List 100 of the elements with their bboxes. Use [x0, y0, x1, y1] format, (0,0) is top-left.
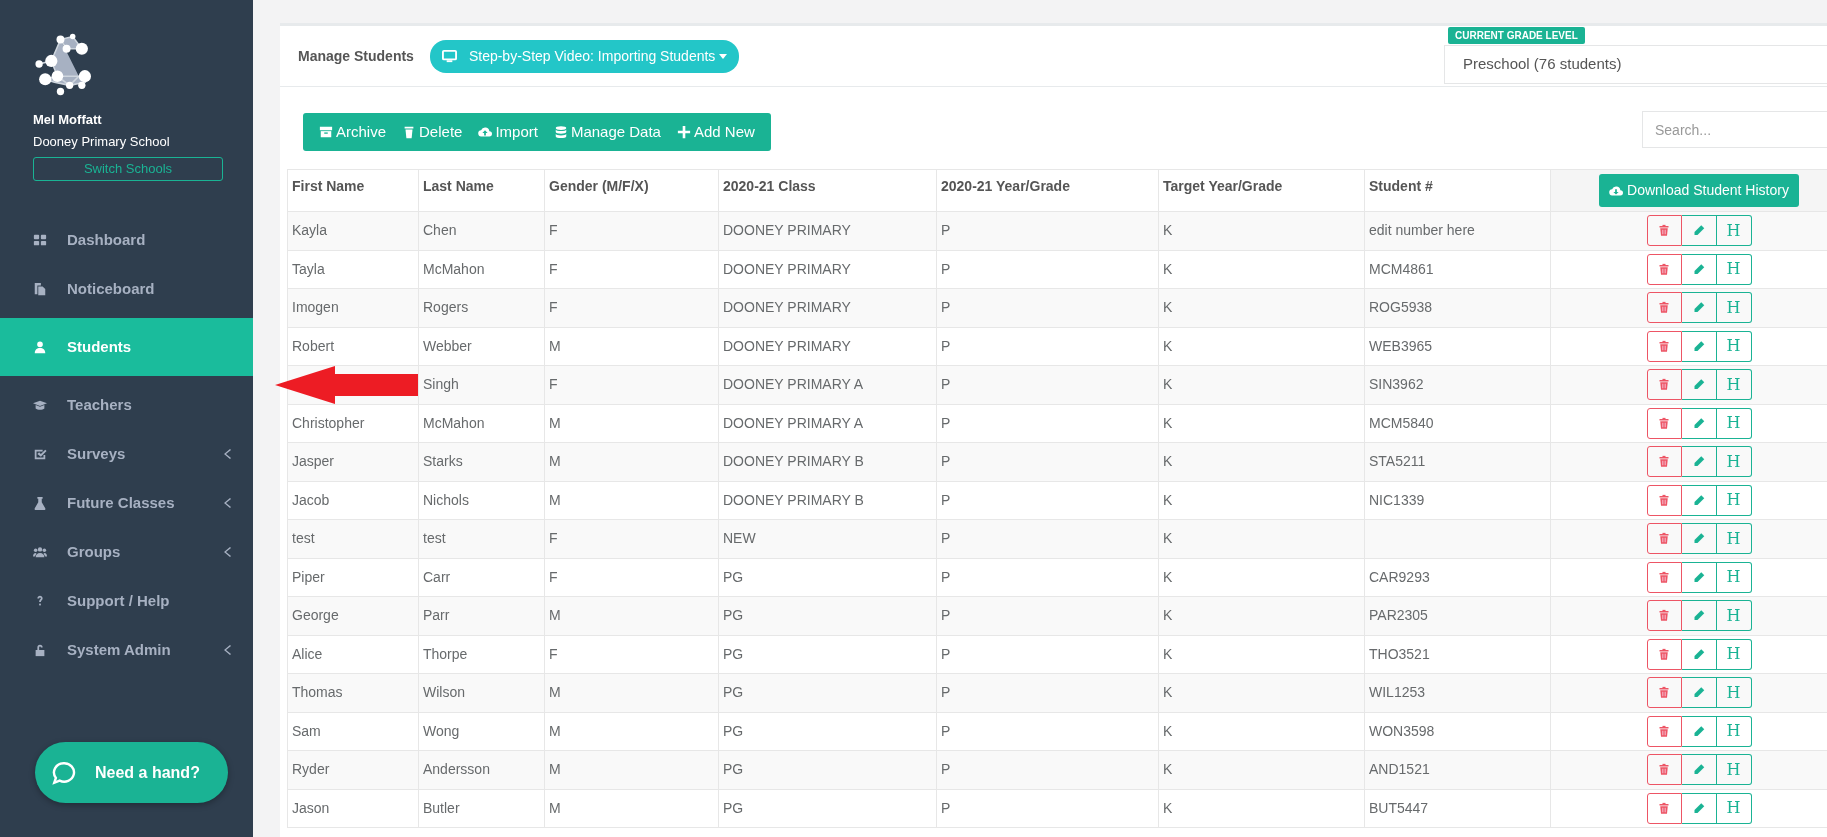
delete-button[interactable]	[1646, 600, 1682, 631]
column-header: First Name	[287, 169, 419, 212]
delete-button[interactable]	[1646, 792, 1682, 824]
trash-icon	[1658, 224, 1670, 237]
edit-button[interactable]	[1681, 523, 1717, 554]
history-button[interactable]: H	[1716, 561, 1752, 593]
table-cell: Chen	[418, 211, 545, 250]
table-cell: DOONEY PRIMARY B	[718, 481, 937, 520]
delete-button[interactable]	[1646, 369, 1682, 400]
table-cell: K	[1158, 635, 1365, 674]
sidebar-item[interactable]: Students	[0, 318, 253, 376]
delete-button[interactable]	[1646, 561, 1682, 593]
archive-box-icon	[319, 125, 333, 139]
trash-icon	[1658, 532, 1670, 545]
table-cell: K	[1158, 481, 1365, 520]
column-header: Student #	[1364, 169, 1551, 212]
table-cell: K	[1158, 288, 1365, 327]
table-cell: P	[936, 596, 1159, 635]
table-cell: P	[936, 288, 1159, 327]
delete-button[interactable]	[1646, 215, 1682, 246]
sidebar-item[interactable]: Teachers	[0, 385, 253, 425]
table-cell: Robert	[287, 327, 419, 366]
history-button[interactable]: H	[1716, 292, 1752, 323]
delete-button[interactable]	[1646, 330, 1682, 362]
edit-button[interactable]	[1681, 484, 1717, 516]
history-button[interactable]: H	[1716, 484, 1752, 516]
history-button[interactable]: H	[1716, 253, 1752, 285]
edit-button[interactable]	[1681, 407, 1717, 439]
download-history-button[interactable]: Download Student History	[1599, 174, 1799, 207]
sidebar-item[interactable]: Groups	[0, 532, 253, 572]
sidebar-item[interactable]: System Admin	[0, 630, 253, 670]
history-button[interactable]: H	[1716, 369, 1752, 400]
toolbar-button[interactable]: Add New	[668, 113, 763, 151]
pencil-icon	[1692, 455, 1705, 468]
table-cell: MCM5840	[1364, 404, 1551, 443]
sidebar-item[interactable]: Noticeboard	[0, 269, 253, 309]
sidebar-item[interactable]: Future Classes	[0, 483, 253, 523]
table-cell: Imogen	[287, 288, 419, 327]
delete-button[interactable]	[1646, 754, 1682, 785]
history-button[interactable]: H	[1716, 677, 1752, 708]
delete-button[interactable]	[1646, 677, 1682, 708]
edit-button[interactable]	[1681, 446, 1717, 477]
history-button[interactable]: H	[1716, 754, 1752, 785]
history-button[interactable]: H	[1716, 638, 1752, 670]
table-cell: P	[936, 327, 1159, 366]
history-button[interactable]: H	[1716, 600, 1752, 631]
table-cell: K	[1158, 404, 1365, 443]
edit-button[interactable]	[1681, 561, 1717, 593]
table-cell: Ryder	[287, 750, 419, 789]
edit-button[interactable]	[1681, 369, 1717, 400]
edit-button[interactable]	[1681, 715, 1717, 747]
delete-button[interactable]	[1646, 253, 1682, 285]
history-button[interactable]: H	[1716, 446, 1752, 477]
delete-button[interactable]	[1646, 292, 1682, 323]
sidebar-item[interactable]: Dashboard	[0, 220, 253, 260]
history-button[interactable]: H	[1716, 792, 1752, 824]
edit-button[interactable]	[1681, 600, 1717, 631]
history-button[interactable]: H	[1716, 330, 1752, 362]
table-cell: test	[287, 519, 419, 558]
chat-bubble-icon	[51, 759, 77, 786]
history-button[interactable]: H	[1716, 523, 1752, 554]
toolbar-button[interactable]: Archive	[311, 113, 395, 151]
table-cell: edit number here	[1364, 211, 1551, 250]
sidebar-item[interactable]: Support / Help	[0, 581, 253, 621]
history-button[interactable]: H	[1716, 407, 1752, 439]
edit-button[interactable]	[1681, 638, 1717, 670]
toolbar-button[interactable]: Delete	[394, 113, 471, 151]
delete-button[interactable]	[1646, 638, 1682, 670]
edit-button[interactable]	[1681, 792, 1717, 824]
column-header: Target Year/Grade	[1158, 169, 1365, 212]
table-cell: DOONEY PRIMARY	[718, 211, 937, 250]
edit-button[interactable]	[1681, 754, 1717, 785]
help-chat-button[interactable]: Need a hand?	[35, 742, 228, 803]
edit-button[interactable]	[1681, 330, 1717, 362]
edit-button[interactable]	[1681, 215, 1717, 246]
delete-button[interactable]	[1646, 446, 1682, 477]
toolbar-button[interactable]: Manage Data	[545, 113, 669, 151]
delete-button[interactable]	[1646, 484, 1682, 516]
table-cell: Thomas	[287, 673, 419, 712]
sidebar-item[interactable]: Surveys	[0, 434, 253, 474]
table-cell: P	[936, 250, 1159, 289]
video-dropdown-button[interactable]: Step-by-Step Video: Importing Students	[429, 39, 740, 73]
delete-button[interactable]	[1646, 407, 1682, 439]
dashboard-icon	[33, 233, 47, 247]
switch-schools-button[interactable]: Switch Schools	[33, 157, 223, 181]
toolbar-button[interactable]: Import	[470, 113, 546, 151]
table-cell: SIN3962	[1364, 365, 1551, 404]
delete-button[interactable]	[1646, 715, 1682, 747]
table-cell: McMahon	[418, 250, 545, 289]
search-field[interactable]: Search...	[1642, 111, 1827, 148]
grade-level-select[interactable]: Preschool (76 students)	[1444, 45, 1827, 84]
delete-button[interactable]	[1646, 523, 1682, 554]
edit-button[interactable]	[1681, 677, 1717, 708]
table-cell: WIL1253	[1364, 673, 1551, 712]
edit-button[interactable]	[1681, 253, 1717, 285]
trash-icon	[1658, 763, 1670, 776]
history-button[interactable]: H	[1716, 215, 1752, 246]
edit-button[interactable]	[1681, 292, 1717, 323]
table-cell: Sam	[287, 712, 419, 751]
history-button[interactable]: H	[1716, 715, 1752, 747]
